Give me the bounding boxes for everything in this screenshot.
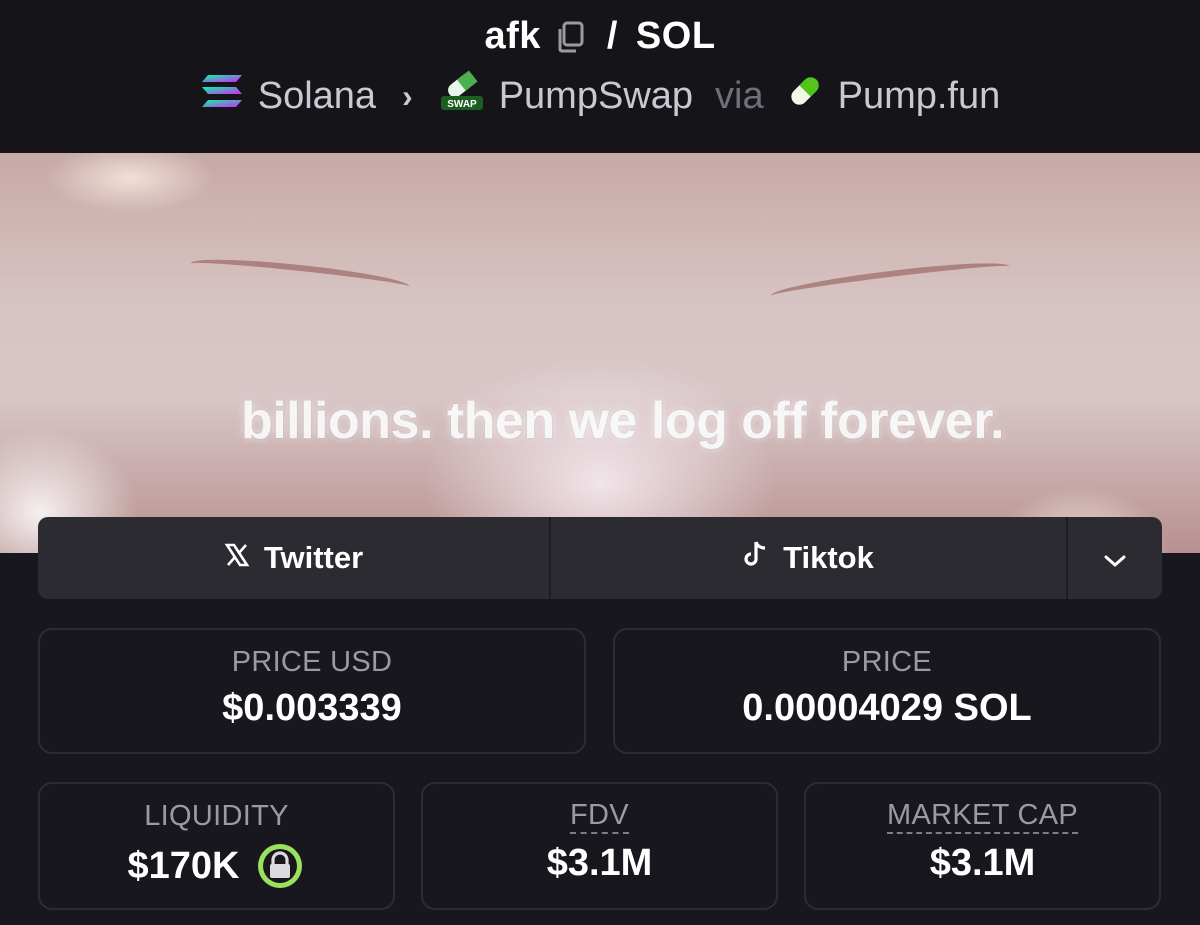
liquidity-label: LIQUIDITY xyxy=(144,800,289,832)
tiktok-icon xyxy=(743,540,769,576)
tiktok-label: Tiktok xyxy=(783,540,874,575)
price-usd-card: PRICE USD $0.003339 xyxy=(38,628,586,754)
liquidity-value: $170K xyxy=(127,844,240,887)
price-native-card: PRICE 0.00004029 SOL xyxy=(613,628,1161,754)
price-usd-label: PRICE USD xyxy=(231,646,393,678)
launchpad-link[interactable]: Pump.fun xyxy=(838,75,1001,118)
via-label: via xyxy=(715,74,764,117)
pumpswap-icon-text: SWAP xyxy=(447,99,477,110)
chain-link[interactable]: Solana xyxy=(258,75,376,118)
twitter-button[interactable]: Twitter xyxy=(38,517,551,599)
chevron-right-icon: › xyxy=(402,77,413,114)
pumpswap-icon: SWAP xyxy=(439,70,485,122)
market-cap-label[interactable]: MARKET CAP xyxy=(886,800,1078,835)
tiktok-button[interactable]: Tiktok xyxy=(551,517,1068,599)
pill-icon xyxy=(786,72,824,120)
copy-icon[interactable] xyxy=(555,20,585,53)
solana-icon xyxy=(200,73,244,119)
dex-link[interactable]: PumpSwap xyxy=(499,75,693,118)
social-links: Twitter Tiktok xyxy=(38,517,1162,599)
banner-caption: billions. then we log off forever. xyxy=(240,392,1005,450)
more-links-button[interactable] xyxy=(1068,517,1162,599)
breadcrumb: Solana › SWAP PumpSwap via Pump.fun xyxy=(0,70,1200,122)
token-symbol: afk xyxy=(484,14,541,57)
pair-separator: / xyxy=(606,14,618,57)
banner-eye-right xyxy=(769,256,1011,306)
x-icon xyxy=(224,540,250,576)
quote-symbol: SOL xyxy=(635,14,716,57)
banner-eye-left xyxy=(189,253,411,297)
lock-icon[interactable] xyxy=(255,841,305,891)
liquidity-card: LIQUIDITY $170K xyxy=(38,782,395,910)
twitter-label: Twitter xyxy=(263,540,364,575)
fdv-card: FDV $3.1M xyxy=(421,782,778,910)
token-banner: billions. then we log off forever. xyxy=(0,153,1200,553)
market-cap-card: MARKET CAP $3.1M xyxy=(804,782,1161,910)
price-native-label: PRICE xyxy=(841,646,933,678)
market-cap-value: $3.1M xyxy=(929,842,1036,885)
price-usd-value: $0.003339 xyxy=(222,687,402,729)
fdv-label[interactable]: FDV xyxy=(570,800,629,835)
pair-header: afk / SOL Solana › SWAP PumpSwap via Pum… xyxy=(0,0,1200,153)
fdv-value: $3.1M xyxy=(546,842,653,885)
chevron-down-icon xyxy=(1103,540,1127,576)
pair-title: afk / SOL xyxy=(0,12,1200,60)
price-native-value: 0.00004029 SOL xyxy=(742,687,1032,729)
